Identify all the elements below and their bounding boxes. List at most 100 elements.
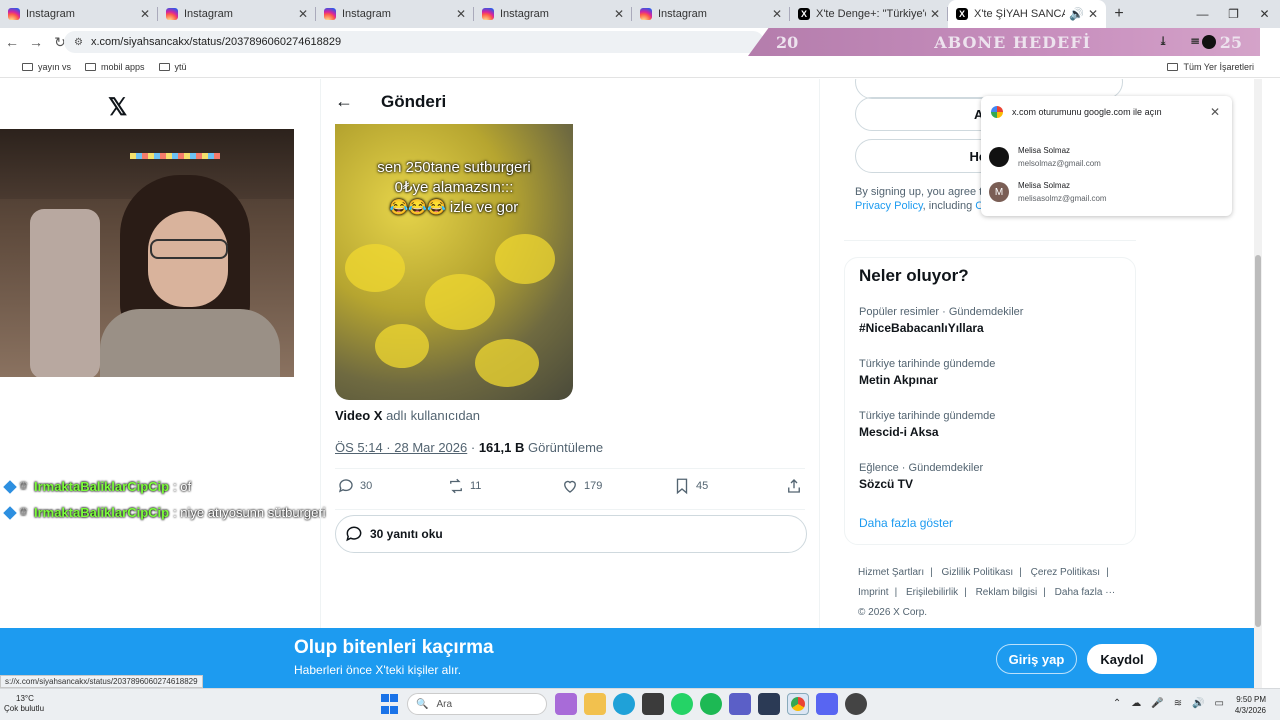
maximize-button[interactable]: ❐ [1218, 0, 1249, 28]
bookmark-label: ytü [174, 61, 187, 72]
badge-icon [3, 479, 17, 494]
accessibility-link[interactable]: Erişilebilirlik [906, 587, 958, 598]
views-count: 161,1 B [478, 440, 525, 455]
like-button[interactable]: 179 [561, 477, 602, 495]
spotify-icon[interactable] [700, 693, 722, 715]
all-bookmarks[interactable]: Tüm Yer İşaretleri [1167, 62, 1254, 72]
privacy-policy-link[interactable]: Privacy Policy [855, 200, 923, 212]
post-timestamp[interactable]: ÖS 5:14 · 28 Mar 2026 [335, 440, 467, 455]
store-icon[interactable] [642, 693, 664, 715]
clock[interactable]: 9:50 PM 4/3/2026 [1235, 694, 1266, 716]
instagram-icon [166, 8, 178, 20]
bookmark-button[interactable]: 45 [673, 477, 708, 495]
share-button[interactable] [785, 477, 808, 495]
tab-title: Instagram [184, 8, 233, 20]
speaker-icon[interactable]: 🔊 [1069, 7, 1084, 21]
close-icon[interactable]: ✕ [772, 7, 782, 21]
browser-tab[interactable]: Instagram ✕ [632, 0, 790, 28]
new-tab-button[interactable]: + [1106, 5, 1132, 23]
source-user-link[interactable]: Video X [335, 408, 382, 423]
browser-tab[interactable]: Instagram ✕ [316, 0, 474, 28]
teams-icon[interactable] [729, 693, 751, 715]
google-account-option[interactable]: Melisa Solmaz melsolmaz@gmail.com [989, 144, 1219, 170]
back-button[interactable]: ← [0, 34, 24, 50]
close-icon[interactable]: ✕ [298, 7, 308, 21]
download-icon[interactable]: ⤓ [1158, 34, 1168, 48]
site-info-icon[interactable]: ⚙ [74, 37, 83, 48]
reply-bubble-icon [346, 526, 362, 542]
chevron-up-icon[interactable]: ⌃ [1113, 698, 1121, 709]
bookmark-folder[interactable]: yayın vs [22, 62, 71, 72]
trend-name: Metin Akpınar [859, 373, 938, 387]
browser-tab[interactable]: Instagram ✕ [0, 0, 158, 28]
separator: | [964, 587, 967, 598]
weather-widget[interactable]: 13°C Çok bulutlu [4, 694, 44, 714]
profile-avatar[interactable] [1202, 35, 1216, 49]
ads-info-link[interactable]: Reklam bilgisi [976, 587, 1038, 598]
close-icon[interactable]: ✕ [140, 7, 150, 21]
reply-icon [338, 479, 353, 493]
chrome-icon[interactable] [787, 693, 809, 715]
browser-tab-active[interactable]: X X'te ŞİYAH SANCAK: " 🔊 ✕ [948, 0, 1106, 28]
chat-text: : of [173, 479, 192, 494]
trend-item[interactable]: Türkiye tarihinde gündemde Mescid-i Aksa [859, 410, 1119, 439]
close-icon[interactable]: ✕ [930, 7, 940, 21]
read-replies-label: 30 yanıtı oku [370, 527, 443, 541]
bookmark-folder[interactable]: ytü [158, 61, 187, 72]
edge-icon[interactable] [613, 693, 635, 715]
reply-button[interactable]: 30 [337, 477, 372, 495]
google-account-option[interactable]: M Melisa Solmaz melisasolmz@gmail.com [989, 179, 1219, 205]
scrollbar-thumb[interactable] [1255, 255, 1261, 627]
trend-item[interactable]: Eğlence · Gündemdekiler Sözcü TV [859, 462, 1119, 491]
instagram-icon [324, 8, 336, 20]
read-replies-button[interactable]: 30 yanıtı oku [335, 515, 807, 553]
minimize-button[interactable]: — [1187, 0, 1218, 28]
obs-icon[interactable] [845, 693, 867, 715]
page-scrollbar[interactable] [1254, 79, 1262, 688]
file-explorer-icon[interactable] [584, 693, 606, 715]
browser-tab[interactable]: X X'te Denge+: "Türkiye'deki tek ✕ [790, 0, 948, 28]
signup-button[interactable]: Kaydol [1087, 644, 1157, 674]
cookie-link[interactable]: Çerez Politikası [1031, 567, 1100, 578]
x-logo-icon[interactable]: 𝕏 [108, 93, 127, 122]
repost-button[interactable]: 11 [447, 477, 481, 495]
discord-icon[interactable] [816, 693, 838, 715]
close-icon[interactable]: ✕ [1088, 7, 1098, 21]
video-caption: sen 250tane sutburgeri 0₺ye alamazsın:::… [335, 158, 573, 218]
wifi-icon[interactable]: ≋ [1174, 698, 1182, 709]
settings-app-icon[interactable] [758, 693, 780, 715]
footer-links: Hizmet Şartları | Gizlilik Politikası | Çe… [858, 563, 1128, 623]
imprint-link[interactable]: Imprint [858, 587, 889, 598]
webcam-overlay [0, 129, 294, 377]
cloud-icon[interactable]: ☁ [1131, 698, 1141, 709]
trend-context: Eğlence · Gündemdekiler [859, 462, 984, 474]
close-icon[interactable]: ✕ [1210, 105, 1220, 119]
caption-line: sen 250tane sutburgeri [377, 159, 531, 176]
close-icon[interactable]: ✕ [456, 7, 466, 21]
taskbar-search[interactable]: 🔍 Ara [407, 693, 547, 715]
start-button[interactable] [378, 693, 400, 715]
close-icon[interactable]: ✕ [614, 7, 624, 21]
tab-title: Instagram [342, 8, 391, 20]
microphone-icon[interactable]: 🎤 [1151, 698, 1163, 709]
battery-icon[interactable]: ▭ [1215, 698, 1224, 709]
volume-icon[interactable]: 🔊 [1192, 698, 1204, 709]
address-bar[interactable]: ⚙ x.com/siyahsancakx/status/203789606027… [64, 31, 764, 53]
browser-tab[interactable]: Instagram ✕ [158, 0, 316, 28]
close-window-button[interactable]: ✕ [1249, 0, 1280, 28]
login-button[interactable]: Giriş yap [996, 644, 1077, 674]
privacy-link[interactable]: Gizlilik Politikası [942, 567, 1014, 578]
terms-link[interactable]: Hizmet Şartları [858, 567, 924, 578]
forward-button[interactable]: → [24, 34, 48, 50]
browser-tab[interactable]: Instagram ✕ [474, 0, 632, 28]
trend-item[interactable]: Türkiye tarihinde gündemde Metin Akpınar [859, 358, 1119, 387]
back-arrow-icon[interactable]: ← [335, 91, 353, 112]
post-video[interactable]: sen 250tane sutburgeri 0₺ye alamazsın:::… [335, 124, 573, 400]
more-link[interactable]: Daha fazla ··· [1055, 587, 1116, 598]
bookmark-folder[interactable]: mobil apps [85, 62, 145, 72]
whatsapp-icon[interactable] [671, 693, 693, 715]
trend-item[interactable]: Popüler resimler · Gündemdekiler #NiceBab… [859, 306, 1119, 335]
copilot-icon[interactable] [555, 693, 577, 715]
show-more-link[interactable]: Daha fazla göster [859, 516, 953, 530]
extensions-icon[interactable]: ≡ [1190, 34, 1200, 48]
